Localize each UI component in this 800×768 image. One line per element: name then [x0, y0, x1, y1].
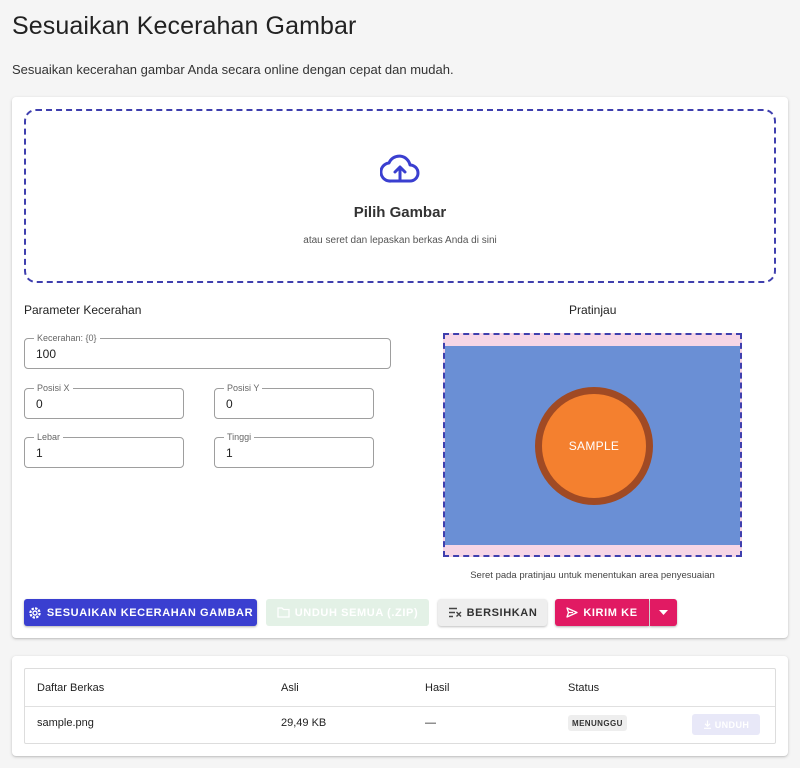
- download-all-button[interactable]: UNDUH SEMUA (.ZIP): [266, 599, 429, 626]
- header-divider: [25, 706, 775, 707]
- download-all-label: UNDUH SEMUA (.ZIP): [294, 606, 419, 619]
- download-icon: [703, 720, 711, 729]
- clear-button[interactable]: BERSIHKAN: [438, 599, 547, 626]
- height-value: 1: [226, 446, 233, 460]
- clear-list-icon: [448, 607, 462, 618]
- download-file-button[interactable]: UNDUH: [692, 714, 760, 735]
- file-name: sample.png: [37, 717, 94, 729]
- files-card: Daftar Berkas Asli Hasil Status sample.p…: [12, 656, 788, 756]
- send-to-dropdown-button[interactable]: [650, 599, 677, 626]
- height-field[interactable]: Tinggi 1: [214, 431, 374, 468]
- image-dropzone[interactable]: Pilih Gambar atau seret dan lepaskan ber…: [24, 109, 776, 283]
- pos-x-value: 0: [36, 397, 43, 411]
- main-card: Pilih Gambar atau seret dan lepaskan ber…: [12, 97, 788, 638]
- page-subtitle: Sesuaikan kecerahan gambar Anda secara o…: [12, 62, 454, 77]
- pos-y-value: 0: [226, 397, 233, 411]
- page-title: Sesuaikan Kecerahan Gambar: [12, 12, 357, 40]
- width-label: Lebar: [34, 431, 64, 443]
- caret-down-icon: [659, 610, 668, 615]
- column-header-files: Daftar Berkas: [37, 682, 105, 694]
- width-value: 1: [36, 446, 43, 460]
- dropzone-subtitle: atau seret dan lepaskan berkas Anda di s…: [303, 235, 497, 246]
- pos-y-label: Posisi Y: [224, 382, 263, 394]
- send-icon: [566, 607, 578, 618]
- pos-x-label: Posisi X: [34, 382, 73, 394]
- send-to-label: KIRIM KE: [583, 606, 638, 619]
- clear-label: BERSIHKAN: [466, 606, 538, 619]
- adjust-brightness-label: SESUAIKAN KECERAHAN GAMBAR: [46, 606, 254, 619]
- params-title: Parameter Kecerahan: [24, 303, 142, 317]
- preview-area[interactable]: SAMPLE: [443, 333, 742, 557]
- column-header-original: Asli: [281, 682, 299, 694]
- preview-image: SAMPLE: [445, 346, 740, 545]
- brightness-field[interactable]: Kecerahan: {0} 100: [24, 332, 391, 369]
- status-badge: MENUNGGU: [568, 715, 627, 731]
- download-file-label: UNDUH: [714, 719, 750, 730]
- dropzone-title: Pilih Gambar: [353, 204, 447, 221]
- brightness-label: Kecerahan: {0}: [34, 332, 100, 344]
- sample-circle: SAMPLE: [535, 387, 653, 505]
- folder-zip-icon: [277, 607, 290, 618]
- settings-icon: [29, 606, 41, 619]
- brightness-value: 100: [36, 347, 57, 361]
- preview-hint: Seret pada pratinjau untuk menentukan ar…: [470, 570, 715, 581]
- column-header-status: Status: [568, 682, 600, 694]
- cloud-upload-icon: [380, 154, 420, 183]
- pos-x-field[interactable]: Posisi X 0: [24, 382, 184, 419]
- sample-text: SAMPLE: [568, 439, 620, 453]
- width-field[interactable]: Lebar 1: [24, 431, 184, 468]
- column-header-result: Hasil: [425, 682, 450, 694]
- pos-y-field[interactable]: Posisi Y 0: [214, 382, 374, 419]
- height-label: Tinggi: [224, 431, 255, 443]
- send-to-button[interactable]: KIRIM KE: [555, 599, 649, 626]
- file-original-size: 29,49 KB: [281, 717, 327, 729]
- files-table: Daftar Berkas Asli Hasil Status sample.p…: [24, 668, 776, 744]
- preview-title: Pratinjau: [569, 303, 617, 317]
- file-result-size: —: [425, 717, 436, 729]
- adjust-brightness-button[interactable]: SESUAIKAN KECERAHAN GAMBAR: [24, 599, 257, 626]
